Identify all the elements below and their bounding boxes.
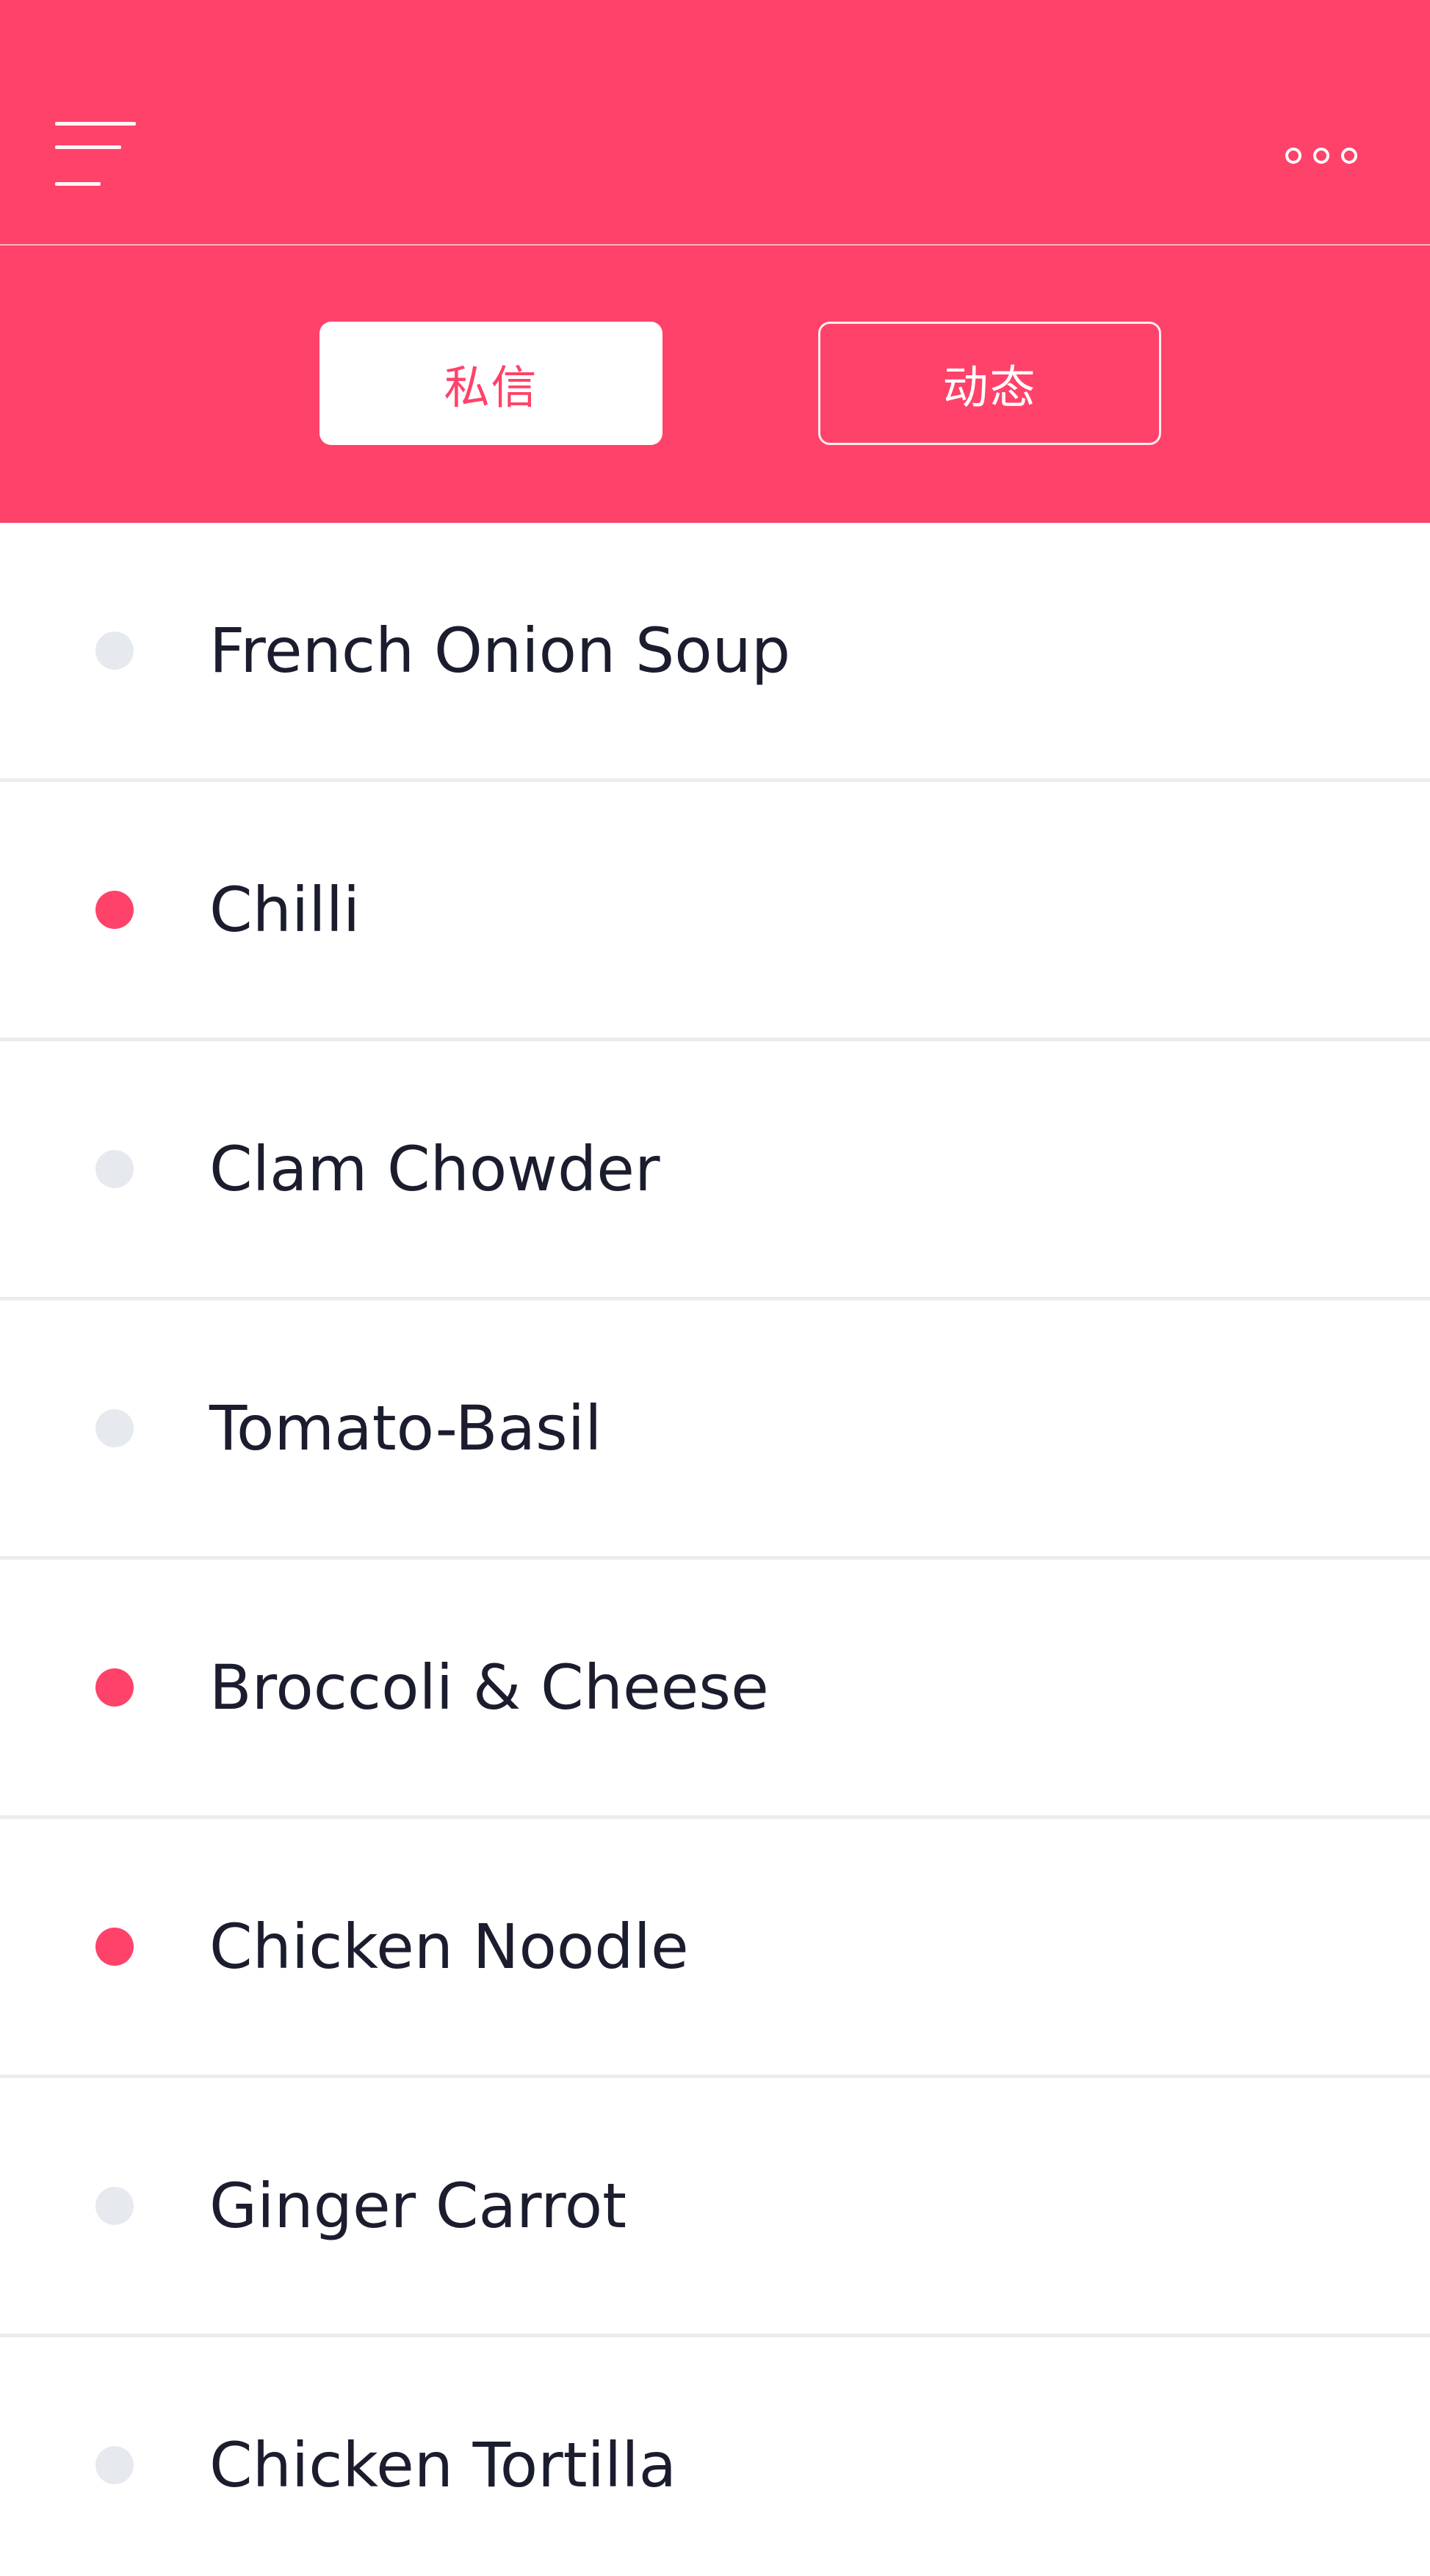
- menu-button[interactable]: [40, 110, 143, 206]
- status-dot: [95, 1409, 134, 1447]
- status-dot: [95, 632, 134, 670]
- list-item-label: Broccoli & Cheese: [209, 1651, 769, 1723]
- soup-list: French Onion Soup Chilli Clam Chowder To…: [0, 523, 1430, 2576]
- list-item[interactable]: Chilli: [0, 782, 1430, 1041]
- list-item-label: French Onion Soup: [209, 615, 791, 687]
- list-item[interactable]: Chicken Tortilla: [0, 2337, 1430, 2576]
- list-item[interactable]: Ginger Carrot: [0, 2078, 1430, 2337]
- list-item[interactable]: Broccoli & Cheese: [0, 1560, 1430, 1819]
- list-item-label: Chicken Noodle: [209, 1911, 689, 1983]
- more-options-button[interactable]: [1271, 136, 1388, 180]
- list-item[interactable]: French Onion Soup: [0, 523, 1430, 782]
- app-header: [0, 0, 1430, 245]
- list-item[interactable]: Tomato-Basil: [0, 1300, 1430, 1560]
- status-dot: [95, 1150, 134, 1188]
- status-dot: [95, 2446, 134, 2484]
- list-item-label: Tomato-Basil: [209, 1392, 602, 1464]
- tab-activity[interactable]: 动态: [818, 322, 1161, 445]
- tab-private-messages[interactable]: 私信: [319, 322, 662, 445]
- list-item-label: Chilli: [209, 874, 361, 946]
- status-dot: [95, 891, 134, 929]
- status-dot: [95, 1668, 134, 1707]
- list-item-label: Chicken Tortilla: [209, 2429, 677, 2501]
- list-item[interactable]: Chicken Noodle: [0, 1819, 1430, 2078]
- status-dot: [95, 2187, 134, 2225]
- list-item-label: Ginger Carrot: [209, 2170, 627, 2242]
- tab-bar: 私信 动态: [0, 245, 1430, 523]
- list-item[interactable]: Clam Chowder: [0, 1041, 1430, 1300]
- list-item-label: Clam Chowder: [209, 1133, 660, 1205]
- status-dot: [95, 1928, 134, 1966]
